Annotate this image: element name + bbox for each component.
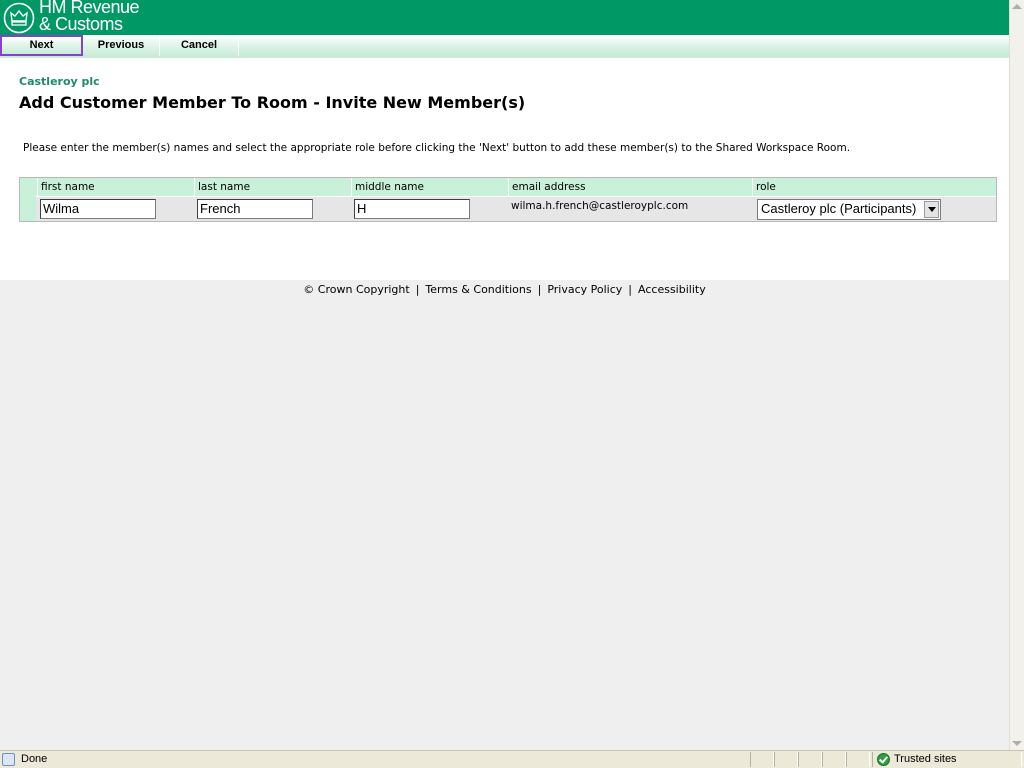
hmrc-logo[interactable]: HM Revenue & Customs: [3, 0, 153, 35]
first-name-input[interactable]: Wilma: [40, 199, 156, 219]
organisation-name: Castleroy plc: [19, 75, 100, 88]
page-title: Add Customer Member To Room - Invite New…: [19, 93, 526, 112]
footer-separator: |: [628, 283, 633, 296]
page-done-icon: [2, 753, 15, 766]
security-zone-text: Trusted sites: [894, 753, 957, 765]
status-panel: [798, 752, 822, 767]
accessibility-link[interactable]: Accessibility: [638, 283, 706, 296]
footer-separator: |: [415, 283, 420, 296]
column-header-middle-name: middle name: [351, 178, 508, 196]
middle-name-input[interactable]: H: [354, 199, 470, 219]
privacy-link[interactable]: Privacy Policy: [547, 283, 622, 296]
instructions-text: Please enter the member(s) names and sel…: [23, 142, 851, 154]
role-dropdown-button[interactable]: [924, 201, 939, 218]
row-selector-column: [20, 178, 36, 221]
footer-separator: |: [537, 283, 542, 296]
trusted-zone-icon: [877, 753, 890, 766]
cancel-button[interactable]: Cancel: [160, 35, 239, 56]
check-icon: [879, 754, 888, 764]
vertical-scrollbar[interactable]: [1009, 0, 1024, 750]
logo-line-2: & Customs: [39, 14, 123, 34]
role-select[interactable]: Castleroy plc (Participants): [757, 199, 941, 220]
email-address-value: wilma.h.french@castleroyplc.com: [511, 200, 689, 212]
crown-crest-icon: [3, 2, 35, 34]
crown-copyright-link[interactable]: © Crown Copyright: [303, 283, 409, 296]
column-header-role: role: [752, 178, 996, 196]
page-footer: © Crown Copyright | Terms & Conditions | Pri…: [0, 283, 1009, 296]
column-header-first-name: first name: [37, 178, 194, 196]
role-selected-value: Castleroy plc (Participants): [761, 201, 917, 216]
column-header-last-name: last name: [194, 178, 351, 196]
terms-link[interactable]: Terms & Conditions: [425, 283, 531, 296]
action-toolbar: Next Previous Cancel: [0, 35, 1009, 58]
status-text: Done: [21, 753, 48, 765]
scroll-down-icon[interactable]: [1012, 741, 1022, 746]
column-header-email: email address: [508, 178, 752, 196]
member-row: Wilma French H wilma.h.french@castleroyp…: [20, 197, 996, 221]
site-header: HM Revenue & Customs: [0, 0, 1009, 35]
status-panel: [822, 752, 846, 767]
status-panel: [774, 752, 798, 767]
member-grid: first name last name middle name email a…: [19, 177, 997, 222]
grid-header-row: first name last name middle name email a…: [20, 178, 996, 196]
status-panel: [846, 752, 870, 767]
page-content: HM Revenue & Customs Next Previous Cance…: [0, 0, 1009, 280]
chevron-down-icon: [928, 207, 936, 212]
scroll-up-icon[interactable]: [1012, 4, 1022, 9]
previous-button[interactable]: Previous: [83, 35, 160, 56]
status-panel: [750, 752, 774, 767]
last-name-input[interactable]: French: [197, 199, 313, 219]
logo-text: HM Revenue & Customs: [39, 0, 140, 34]
next-button[interactable]: Next: [0, 35, 83, 56]
browser-status-bar: Done Trusted sites: [0, 750, 1024, 768]
